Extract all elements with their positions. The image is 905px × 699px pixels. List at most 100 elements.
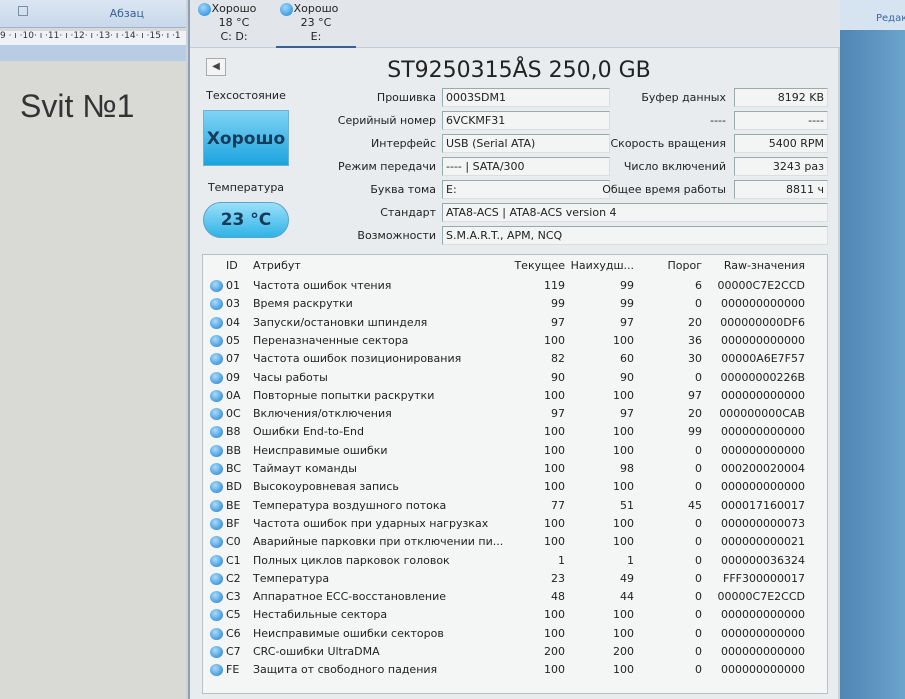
table-row[interactable]: BD Высокоуровневая запись 100 100 0 000000000…: [203, 478, 827, 496]
cell-worst: 100: [613, 535, 634, 549]
cell-cur: 90: [551, 370, 565, 384]
cell-raw: 000000000000: [721, 388, 805, 402]
table-row[interactable]: C3 Аппаратное ECC-восстановление 48 44 0 0000…: [203, 588, 827, 606]
table-row[interactable]: C2 Температура 23 49 0 FFF300000017: [203, 570, 827, 588]
status-dot-icon: [210, 481, 223, 494]
cell-cur: 23: [551, 571, 565, 585]
info-value: 0003SDM1: [442, 88, 610, 107]
cell-raw: 000000000000: [721, 443, 805, 457]
table-row[interactable]: 09 Часы работы 90 90 0 00000000226B: [203, 369, 827, 387]
cell-raw: 000000000000: [721, 480, 805, 494]
word-document-left: Абзац 9 · ı ·10· ı ·11· ı ·12· ı ·13· ı …: [0, 0, 186, 699]
cell-id: C1: [226, 553, 241, 567]
cell-raw: 000000036324: [721, 553, 805, 567]
cell-attr: Включения/отключения: [253, 407, 392, 421]
cell-worst: 99: [620, 297, 634, 311]
drive-tab-e[interactable]: Хорошо 23 °C E:: [276, 2, 356, 48]
status-dot-icon: [198, 3, 211, 16]
table-row[interactable]: BC Таймаут команды 100 98 0 000200020004: [203, 460, 827, 478]
column-header-attr[interactable]: Атрибут: [253, 257, 301, 275]
cell-id: C6: [226, 626, 241, 640]
temperature-value: 23 °C: [203, 202, 289, 238]
column-header-thr[interactable]: Порог: [668, 257, 703, 275]
table-row[interactable]: C0 Аварийные парковки при отключении пи..…: [203, 533, 827, 551]
cell-id: 0C: [226, 407, 241, 421]
cell-raw: 000000000021: [721, 535, 805, 549]
cell-raw: 000000000000: [721, 425, 805, 439]
word-window-right: Редак: [840, 0, 905, 699]
table-row[interactable]: C5 Нестабильные сектора 100 100 0 00000000000…: [203, 606, 827, 624]
cell-raw: 00000A6E7F57: [721, 352, 805, 366]
info-label: Возможности: [357, 229, 436, 242]
info-value: 6VCKMF31: [442, 111, 610, 130]
status-dot-icon: [210, 463, 223, 475]
table-row[interactable]: FE Защита от свободного падения 100 100 0 000…: [203, 661, 827, 679]
cell-cur: 82: [551, 352, 565, 366]
cell-cur: 77: [551, 498, 565, 512]
column-header-worst[interactable]: Наихудш...: [571, 257, 634, 275]
cell-raw: 00000000226B: [720, 370, 805, 384]
cell-raw: 000000000000: [721, 645, 805, 658]
info-label: Буфер данных: [641, 91, 726, 104]
ribbon-editing[interactable]: Редак: [876, 13, 905, 24]
cell-cur: 100: [544, 516, 565, 530]
drive-tab-cd[interactable]: Хорошо 18 °C C: D:: [194, 2, 274, 44]
cell-id: 07: [226, 352, 240, 366]
column-header-cur[interactable]: Текущее: [514, 257, 565, 275]
column-header-raw[interactable]: Raw-значения: [724, 257, 805, 275]
cell-id: C0: [226, 535, 241, 549]
table-row[interactable]: 0A Повторные попытки раскрутки 100 100 97 000…: [203, 387, 827, 405]
info-label: ----: [710, 114, 726, 127]
table-row[interactable]: 01 Частота ошибок чтения 119 99 6 00000C7E2CC…: [203, 277, 827, 295]
cell-id: C3: [226, 590, 241, 604]
table-row[interactable]: C6 Неисправимые ошибки секторов 100 100 0 000…: [203, 625, 827, 643]
cell-id: B8: [226, 425, 241, 439]
cell-attr: Неисправимые ошибки секторов: [253, 626, 444, 640]
table-row[interactable]: 0C Включения/отключения 97 97 20 000000000CAB: [203, 405, 827, 423]
cell-worst: 200: [613, 645, 634, 658]
cell-attr: Аппаратное ECC-восстановление: [253, 590, 447, 604]
status-dot-icon: [210, 646, 223, 658]
cell-thr: 0: [695, 553, 702, 567]
cell-worst: 100: [613, 480, 634, 494]
table-row[interactable]: 05 Переназначенные сектора 100 100 36 0000000…: [203, 332, 827, 350]
status-dot-icon: [210, 554, 223, 567]
info-value: 3243 раз: [734, 157, 828, 176]
cell-cur: 48: [551, 590, 565, 604]
cell-cur: 100: [544, 535, 565, 549]
cell-id: BF: [226, 516, 240, 530]
info-value: E:: [442, 180, 610, 199]
column-header-id[interactable]: ID: [226, 257, 238, 275]
status-dot-icon: [210, 426, 223, 439]
cell-thr: 6: [695, 279, 702, 292]
info-label: Прошивка: [376, 91, 436, 104]
cell-raw: FFF300000017: [723, 571, 805, 585]
cell-attr: Температура воздушного потока: [253, 498, 447, 512]
info-value: S.M.A.R.T., APM, NCQ: [442, 226, 828, 245]
cell-raw: 000000000000: [721, 663, 805, 677]
table-row[interactable]: 04 Запуски/остановки шпинделя 97 97 20 000000…: [203, 314, 827, 332]
cell-raw: 000000000000: [721, 608, 805, 622]
dialog-launcher-icon[interactable]: [18, 6, 28, 16]
table-row[interactable]: C7 CRC-ошибки UltraDMA 200 200 0 000000000000: [203, 643, 827, 661]
cell-cur: 1: [558, 553, 565, 567]
cell-cur: 100: [544, 626, 565, 640]
cell-id: C2: [226, 571, 241, 585]
table-header[interactable]: ID Атрибут Текущее Наихудш... Порог Raw-значе…: [203, 257, 827, 275]
table-row[interactable]: B8 Ошибки End-to-End 100 100 99 000000000000: [203, 423, 827, 441]
health-status-button[interactable]: Хорошо: [203, 110, 289, 166]
table-row[interactable]: BF Частота ошибок при ударных нагрузках 10…: [203, 515, 827, 533]
table-row[interactable]: BB Неисправимые ошибки 100 100 0 000000000000: [203, 442, 827, 460]
table-row[interactable]: 07 Частота ошибок позиционирования 82 60 30 0…: [203, 350, 827, 368]
cell-thr: 0: [695, 297, 702, 311]
table-row[interactable]: C1 Полных циклов парковок головок 1 1 0 00000…: [203, 552, 827, 570]
status-dot-icon: [210, 316, 223, 329]
cell-attr: Часы работы: [253, 370, 328, 384]
cell-raw: 000000000000: [721, 626, 805, 640]
document-text[interactable]: Svit №1: [20, 88, 134, 125]
smart-table: ID Атрибут Текущее Наихудш... Порог Raw-значе…: [202, 254, 828, 694]
table-row[interactable]: BE Температура воздушного потока 77 51 45 000…: [203, 497, 827, 515]
table-row[interactable]: 03 Время раскрутки 99 99 0 000000000000: [203, 295, 827, 313]
info-value: 8192 KB: [734, 88, 828, 107]
cell-thr: 0: [695, 645, 702, 658]
